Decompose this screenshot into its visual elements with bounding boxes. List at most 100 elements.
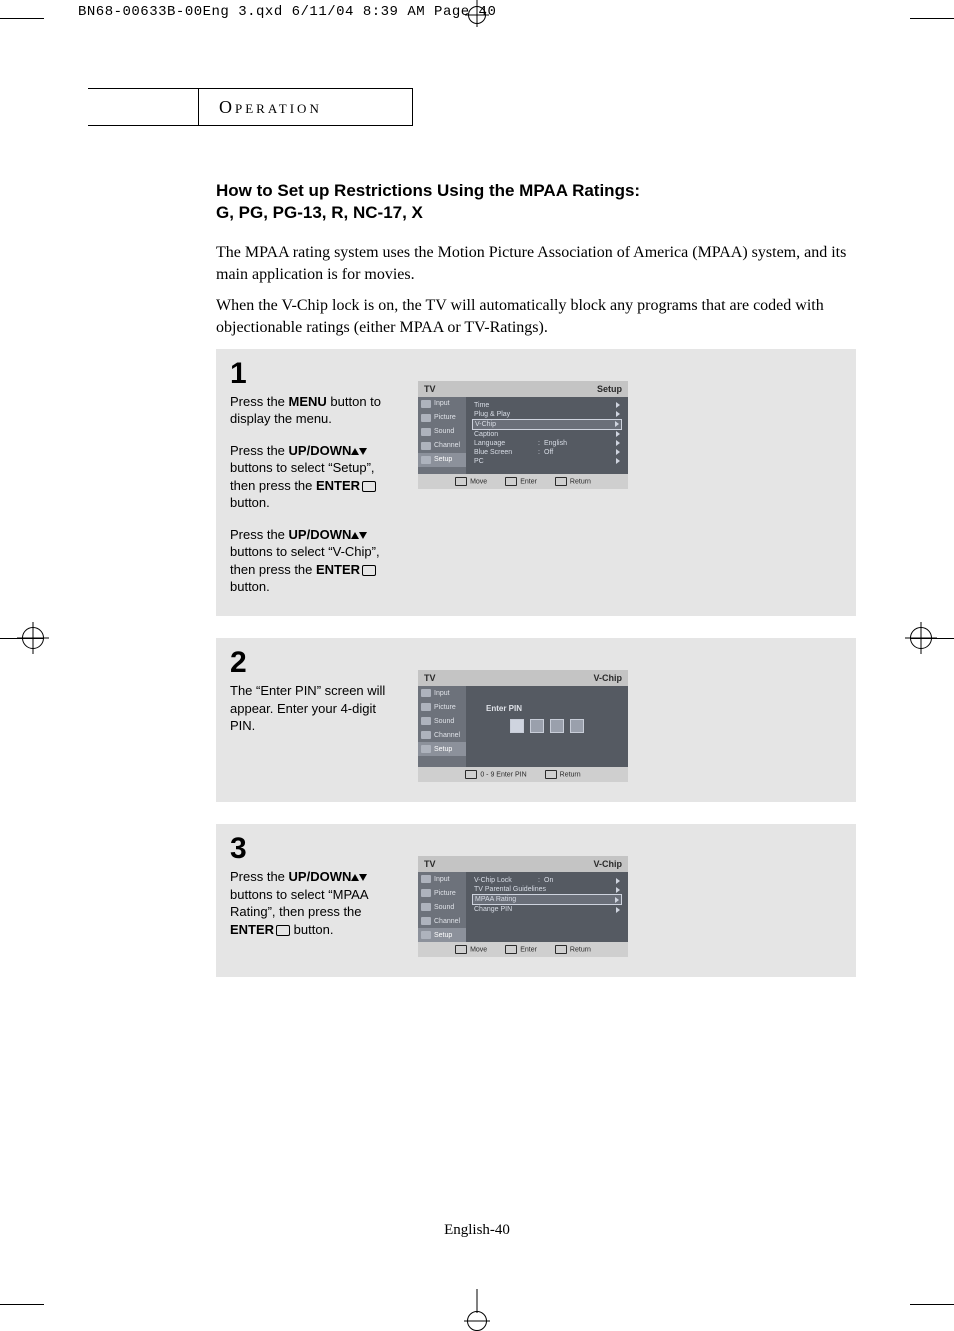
osd-tab: Channel: [418, 914, 466, 928]
chevron-right-icon: [616, 458, 620, 464]
step-block: 2The “Enter PIN” screen will appear. Ent…: [216, 638, 856, 802]
osd-title-left: TV: [424, 859, 436, 869]
osd-foot-hint: 0 - 9 Enter PIN: [465, 770, 526, 779]
osd-tab: Setup: [418, 928, 466, 942]
step-number: 3: [230, 834, 400, 864]
osd-tab-icon: [421, 400, 431, 408]
osd-screenshot: TVV-ChipInputPictureSoundChannelSetupV-C…: [418, 856, 628, 957]
osd-main: V-Chip Lock:OnTV Parental GuidelinesMPAA…: [466, 872, 628, 942]
page-number: English-40: [0, 1222, 954, 1239]
osd-footer: 0 - 9 Enter PIN Return: [418, 767, 628, 782]
osd-tab-icon: [421, 903, 431, 911]
osd-tab-icon: [421, 889, 431, 897]
osd-row: Plug & Play: [472, 410, 622, 419]
osd-row: Blue Screen:Off: [472, 448, 622, 457]
osd-title-left: TV: [424, 384, 436, 394]
osd-pin-box: [530, 719, 544, 733]
section-label: Operation: [219, 97, 322, 118]
osd-tab: Sound: [418, 900, 466, 914]
osd-footer: Move Enter Return: [418, 942, 628, 957]
enter-icon: [360, 562, 376, 577]
registration-mark: [22, 627, 44, 649]
osd-tab-icon: [421, 414, 431, 422]
step-instruction: Press the UP/DOWN buttons to select “V-C…: [230, 526, 400, 596]
crop-mark: [910, 18, 954, 19]
osd-tab: Input: [418, 686, 466, 700]
osd-tab: Setup: [418, 742, 466, 756]
step-number: 1: [230, 359, 400, 389]
osd-tab-icon: [421, 917, 431, 925]
osd-pin-box: [570, 719, 584, 733]
osd-title-right: V-Chip: [594, 673, 623, 683]
step-instruction: The “Enter PIN” screen will appear. Ente…: [230, 682, 400, 735]
osd-tab-icon: [421, 875, 431, 883]
osd-pin-row: [472, 719, 622, 733]
up-down-arrows-icon: [351, 443, 367, 458]
osd-tab-icon: [421, 731, 431, 739]
osd-row: MPAA Rating: [472, 894, 622, 905]
registration-mark: [910, 627, 932, 649]
chevron-right-icon: [616, 907, 620, 913]
chevron-right-icon: [615, 897, 619, 903]
osd-row: PC: [472, 457, 622, 466]
osd-tab: Channel: [418, 439, 466, 453]
section-header: Operation: [88, 88, 868, 126]
osd-row: TV Parental Guidelines: [472, 885, 622, 894]
osd-tab: Input: [418, 872, 466, 886]
osd-footer: MoveEnterReturn: [418, 474, 628, 489]
osd-title-right: Setup: [597, 384, 622, 394]
osd-foot-hint: Enter: [505, 477, 537, 486]
osd-tab-icon: [421, 456, 431, 464]
osd-foot-hint: Enter: [505, 945, 537, 954]
osd-row: Time: [472, 401, 622, 410]
osd-enter-pin-label: Enter PIN: [486, 704, 622, 713]
osd-tab: Picture: [418, 700, 466, 714]
osd-sidebar: InputPictureSoundChannelSetup: [418, 397, 466, 474]
enter-icon: [274, 922, 290, 937]
osd-foot-hint: Return: [545, 770, 581, 779]
intro-paragraph: When the V-Chip lock is on, the TV will …: [216, 295, 856, 338]
osd-row: Caption: [472, 430, 622, 439]
osd-sidebar: InputPictureSoundChannelSetup: [418, 686, 466, 767]
fold-mark-top: [468, 6, 486, 24]
enter-icon: [360, 478, 376, 493]
chevron-right-icon: [616, 411, 620, 417]
chevron-right-icon: [616, 431, 620, 437]
osd-tab-icon: [421, 428, 431, 436]
osd-tab: Picture: [418, 886, 466, 900]
osd-tab: Channel: [418, 728, 466, 742]
step-block: 3 Press the UP/DOWN buttons to select “MP…: [216, 824, 856, 977]
osd-pin-box: [510, 719, 524, 733]
osd-foot-hint: Move: [455, 945, 487, 954]
osd-tab: Sound: [418, 425, 466, 439]
chevron-right-icon: [616, 449, 620, 455]
step-instruction: Press the MENU button to display the men…: [230, 393, 400, 428]
page-title: How to Set up Restrictions Using the MPA…: [216, 180, 856, 224]
osd-row: V-Chip: [472, 419, 622, 430]
step-instruction: Press the UP/DOWN buttons to select “MPA…: [230, 868, 400, 938]
osd-title-left: TV: [424, 673, 436, 683]
osd-sidebar: InputPictureSoundChannelSetup: [418, 872, 466, 942]
osd-tab: Setup: [418, 453, 466, 467]
chevron-right-icon: [616, 878, 620, 884]
osd-screenshot: TVSetupInputPictureSoundChannelSetupTime…: [418, 381, 628, 489]
osd-foot-hint: Return: [555, 945, 591, 954]
osd-title-right: V-Chip: [594, 859, 623, 869]
chevron-right-icon: [616, 440, 620, 446]
osd-row: Change PIN: [472, 905, 622, 914]
chevron-right-icon: [615, 421, 619, 427]
fold-mark-bottom: [468, 1289, 486, 1329]
osd-tab-icon: [421, 703, 431, 711]
osd-tab-icon: [421, 442, 431, 450]
osd-tab: Picture: [418, 411, 466, 425]
step-block: 1 Press the MENU button to display the me…: [216, 349, 856, 616]
osd-tab: Input: [418, 397, 466, 411]
osd-tab-icon: [421, 717, 431, 725]
osd-pin-box: [550, 719, 564, 733]
crop-mark: [0, 18, 44, 19]
step-instruction: Press the UP/DOWN buttons to select “Set…: [230, 442, 400, 512]
up-down-arrows-icon: [351, 869, 367, 884]
osd-row: Language:English: [472, 439, 622, 448]
osd-foot-hint: Return: [555, 477, 591, 486]
osd-row: V-Chip Lock:On: [472, 876, 622, 885]
